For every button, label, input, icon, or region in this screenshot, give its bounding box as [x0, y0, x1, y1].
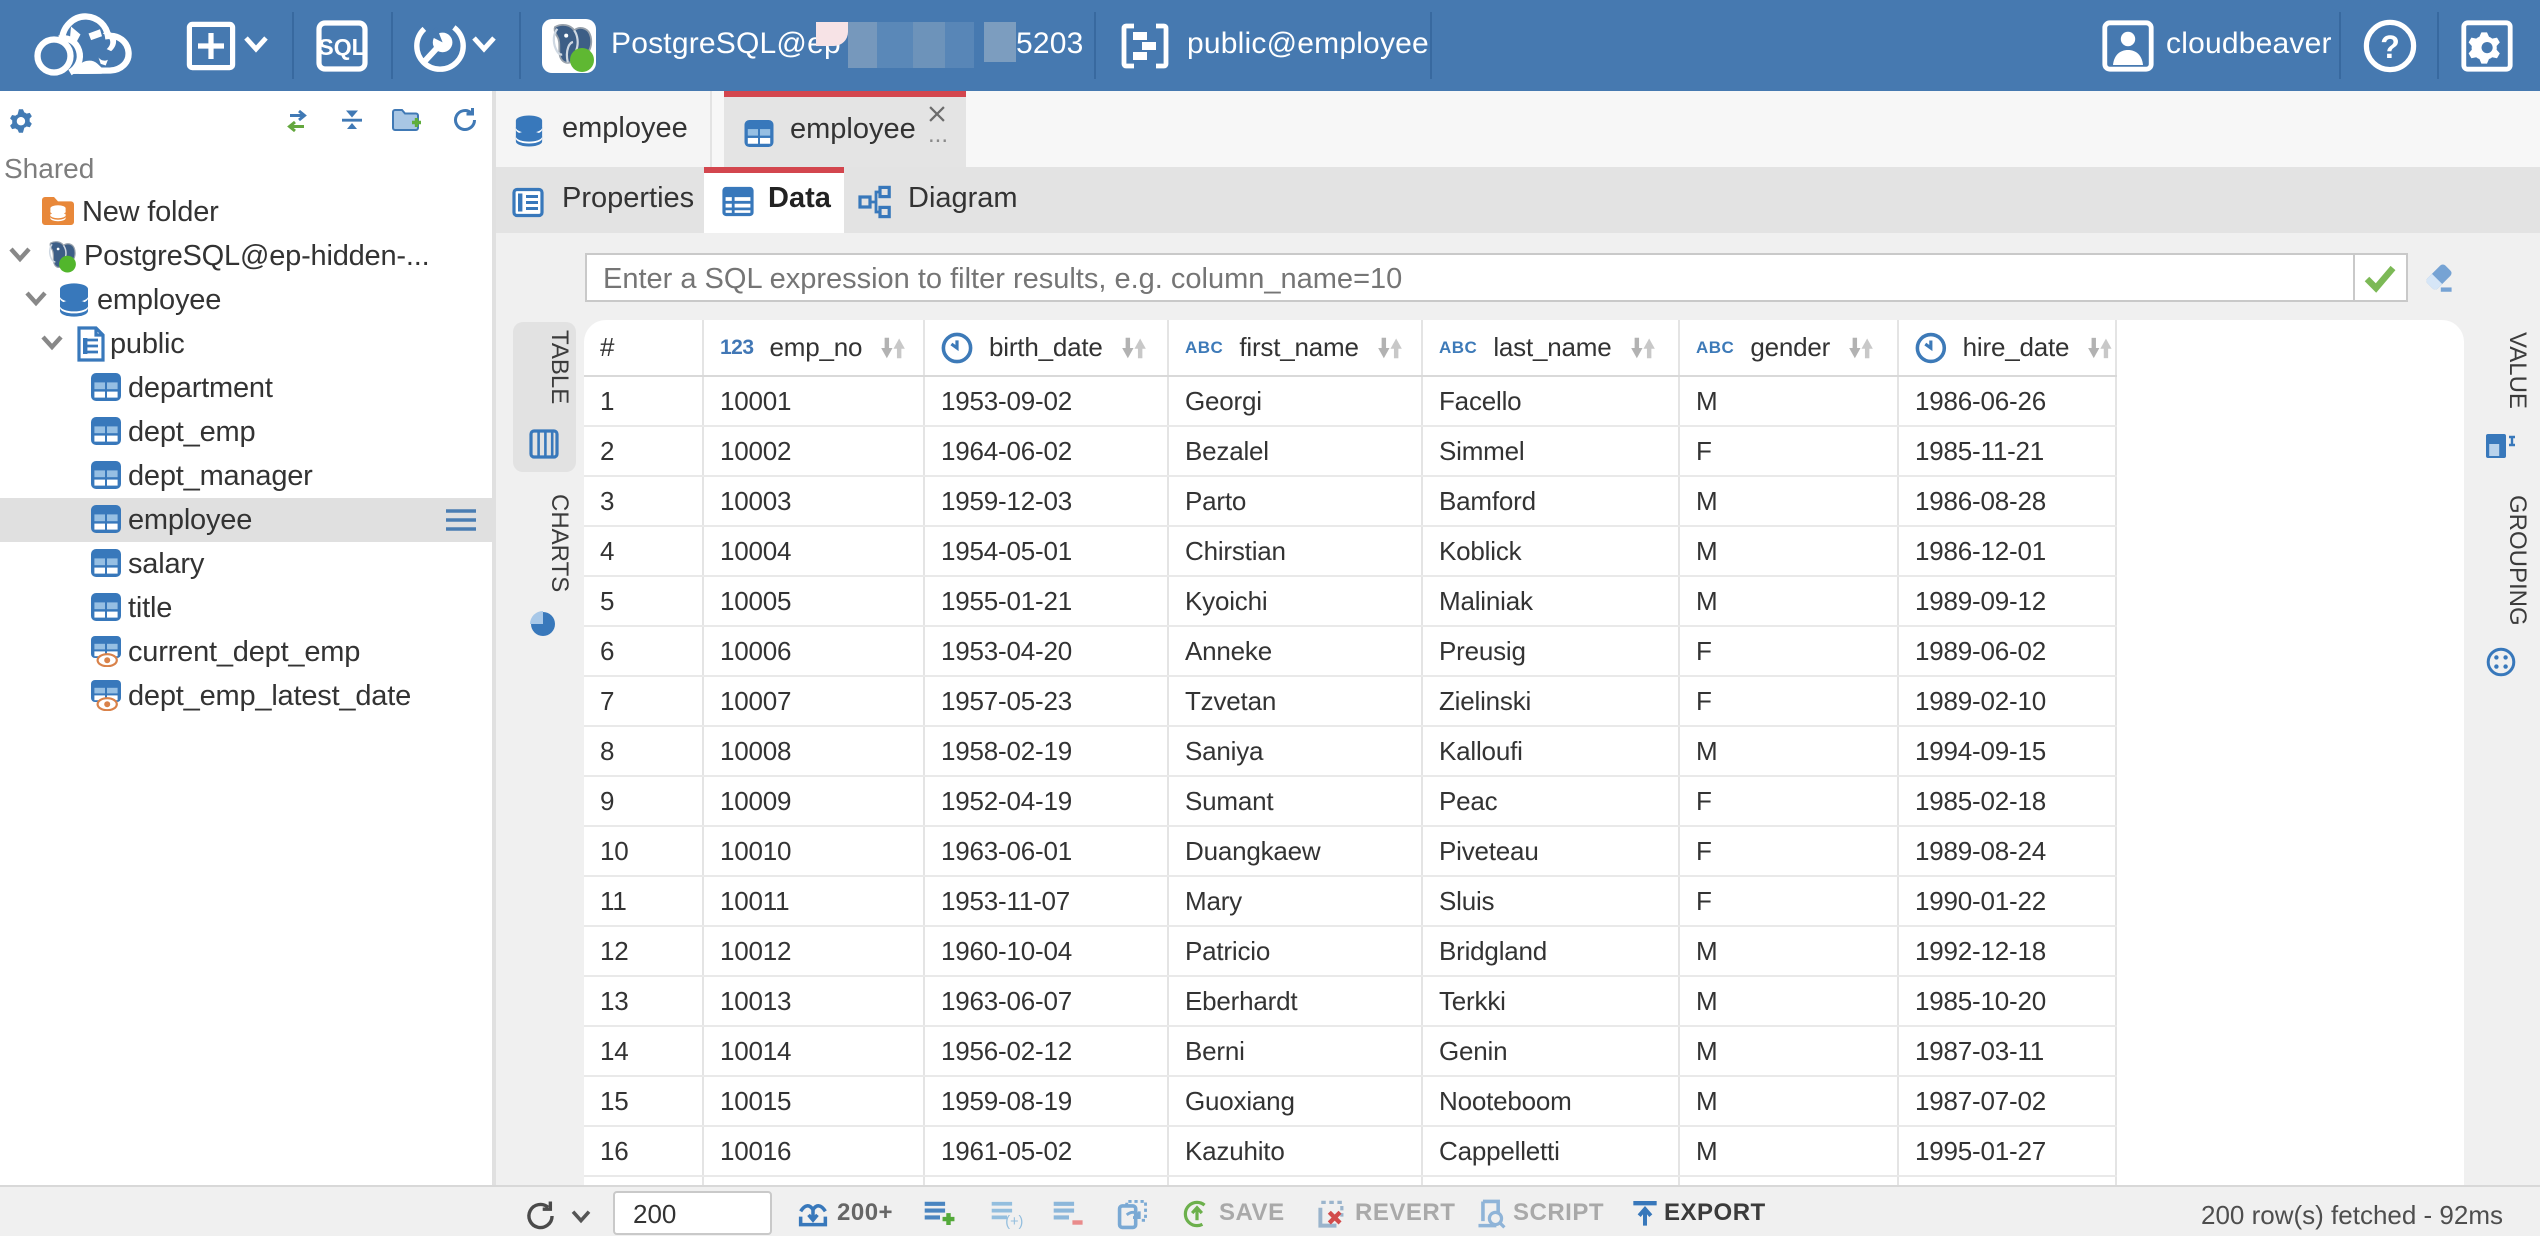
svg-text:(+): (+)	[1005, 1214, 1023, 1229]
svg-text:?: ?	[2380, 29, 2400, 65]
svg-text:SQL: SQL	[318, 34, 365, 60]
